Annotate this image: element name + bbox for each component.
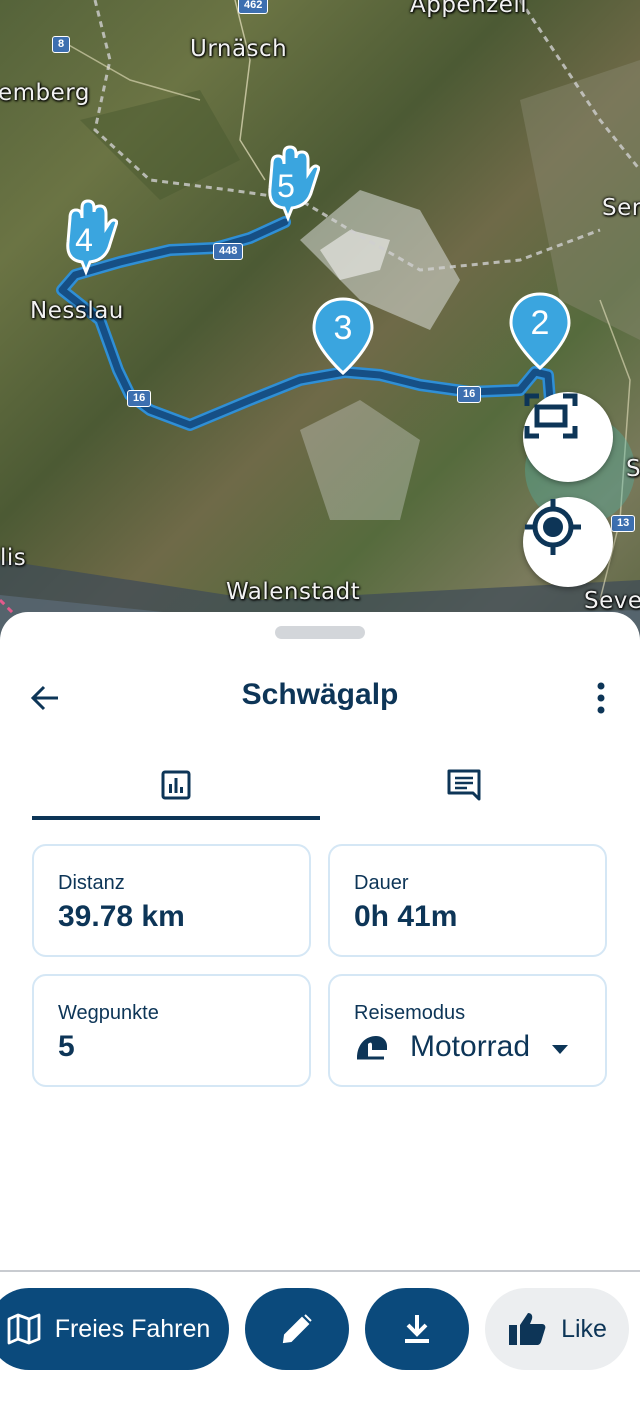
map-icon [7, 1313, 41, 1345]
waypoint-marker-3[interactable]: 3 [311, 297, 375, 377]
thumbs-up-icon [509, 1313, 546, 1345]
action-bar-divider [0, 1270, 640, 1272]
more-vert-icon [597, 682, 605, 714]
stat-value: 0h 41m [354, 900, 458, 933]
helmet-icon [354, 1032, 390, 1062]
fit-screen-icon [524, 393, 578, 439]
waypoint-marker-2[interactable]: 2 [508, 292, 572, 372]
stat-value: 39.78 km [58, 900, 185, 933]
place-label: Urnäsch [190, 36, 288, 62]
stat-card-distance: Distanz 39.78 km [32, 844, 311, 957]
tab-comments[interactable] [320, 752, 608, 818]
stat-label: Dauer [354, 872, 409, 894]
tab-stats[interactable] [32, 752, 320, 818]
place-label: S [626, 456, 640, 482]
stat-value: 5 [58, 1030, 75, 1063]
bar-chart-icon [161, 770, 191, 800]
gps-locate-icon [525, 499, 581, 555]
road-shield: 8 [52, 36, 71, 53]
road-shield: 16 [127, 390, 152, 407]
stat-label: Distanz [58, 872, 125, 894]
download-route-button[interactable] [365, 1288, 469, 1370]
stat-label: Wegpunkte [58, 1002, 159, 1024]
place-label: Walenstadt [226, 579, 361, 605]
comment-icon [447, 769, 481, 801]
like-label: Like [561, 1314, 607, 1343]
dropdown-arrow-icon [552, 1042, 568, 1060]
place-label: emberg [0, 80, 90, 106]
free-ride-label: Freies Fahren [54, 1314, 211, 1343]
free-ride-button[interactable]: Freies Fahren [0, 1288, 229, 1370]
road-shield: 16 [457, 386, 482, 403]
edit-route-button[interactable] [245, 1288, 349, 1370]
waypoint-marker-5[interactable]: 5 [262, 144, 320, 222]
road-shield: 462 [238, 0, 269, 14]
waypoint-marker-4[interactable]: 4 [60, 198, 118, 276]
more-options-button[interactable] [584, 680, 618, 716]
sheet-drag-handle[interactable] [275, 626, 365, 639]
my-location-button[interactable] [523, 497, 613, 587]
like-button[interactable]: Like [485, 1288, 629, 1370]
sheet-header: Schwägalp [0, 672, 640, 724]
stat-card-waypoints: Wegpunkte 5 [32, 974, 311, 1087]
download-icon [405, 1315, 429, 1343]
stat-label: Reisemodus [354, 1002, 466, 1024]
route-title: Schwägalp [241, 678, 399, 711]
road-shield: 13 [611, 515, 636, 532]
travel-mode-selector[interactable]: Reisemodus Motorrad [328, 974, 607, 1087]
fit-route-button[interactable] [523, 392, 613, 482]
place-label: Appenzell [410, 0, 528, 18]
place-label: Seve [584, 588, 640, 614]
place-label: Ser [602, 195, 640, 221]
place-label: lis [0, 545, 27, 571]
road-shield: 448 [213, 243, 244, 260]
route-map[interactable]: Appenzell Urnäsch emberg Nesslau Walenst… [0, 0, 640, 660]
pencil-icon [282, 1314, 312, 1344]
travel-mode-value: Motorrad [410, 1030, 531, 1063]
place-label: Nesslau [30, 298, 124, 324]
tab-indicator [32, 816, 320, 820]
stat-card-duration: Dauer 0h 41m [328, 844, 607, 957]
detail-tabs [32, 752, 608, 822]
route-details-sheet: Schwägalp Distanz 39.78 km Dauer 0h 41m … [0, 612, 640, 1425]
